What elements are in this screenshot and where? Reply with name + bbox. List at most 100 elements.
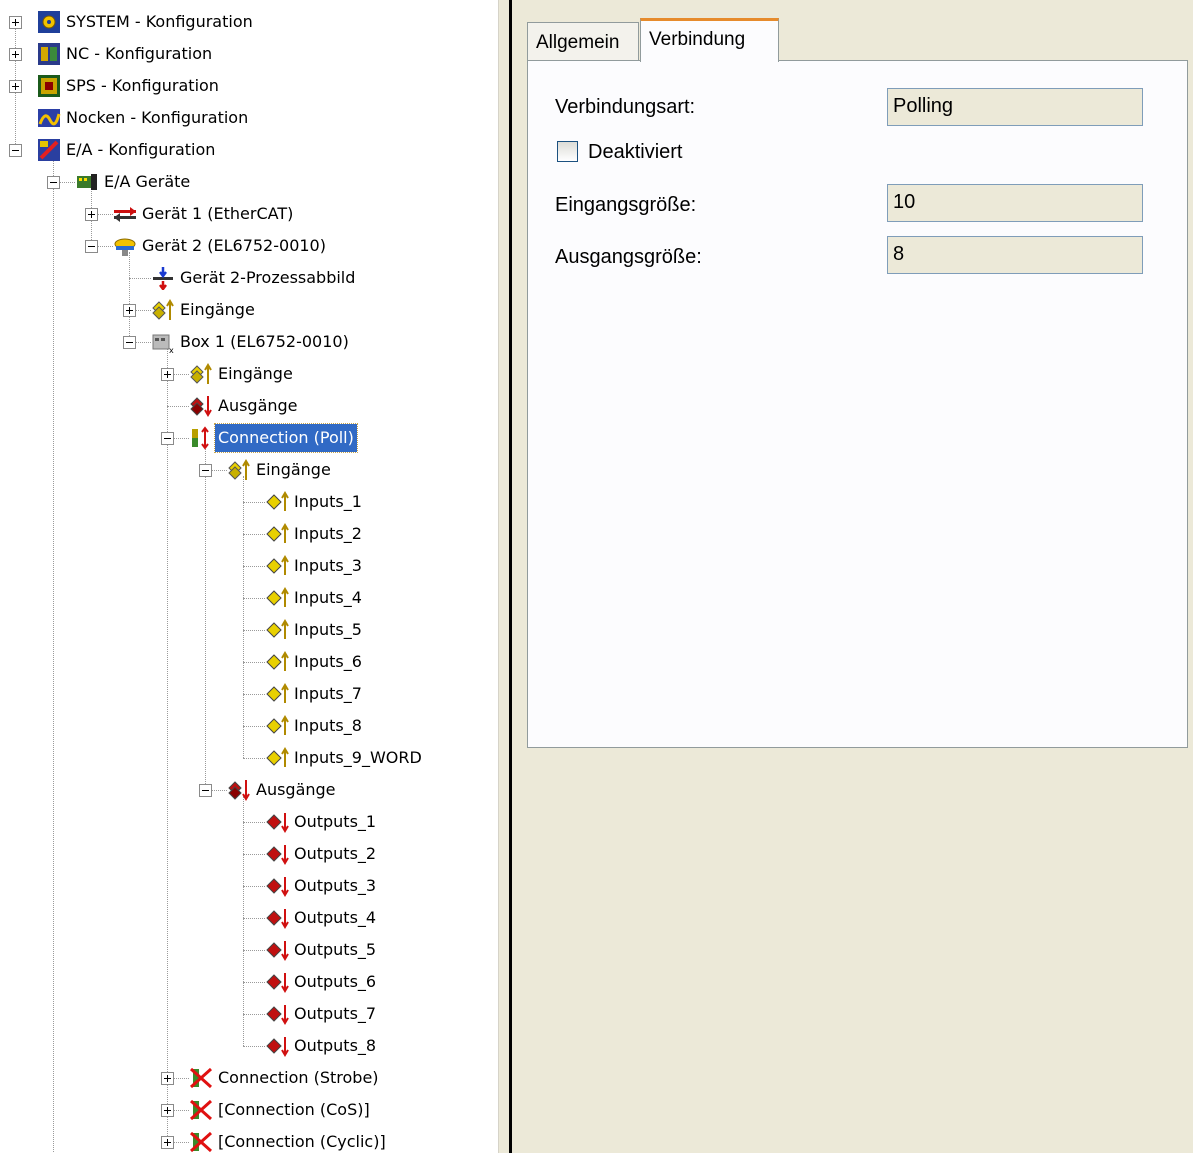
collapse-toggle[interactable] (199, 464, 212, 477)
input-var-icon (265, 586, 289, 610)
tree-item-label[interactable]: Eingänge (253, 456, 334, 484)
tree-item-label[interactable]: Ausgänge (215, 392, 301, 420)
tree-item-label[interactable]: E/A Geräte (101, 168, 193, 196)
output-size-label: Ausgangsgröße: (555, 246, 702, 268)
tree-item-label[interactable]: Eingänge (177, 296, 258, 324)
output-var-icon (265, 842, 289, 866)
deactivated-label[interactable]: Deaktiviert (588, 141, 682, 164)
collapse-toggle[interactable] (199, 784, 212, 797)
expand-toggle[interactable] (161, 368, 174, 381)
tree-item-label[interactable]: Outputs_2 (291, 840, 379, 868)
tree-connector (243, 886, 265, 887)
tree-guide-line (205, 444, 206, 790)
tree-item-label[interactable]: SYSTEM - Konfiguration (63, 8, 256, 36)
expand-toggle[interactable] (161, 1072, 174, 1085)
tree-connector (243, 566, 265, 567)
input-var-icon (265, 714, 289, 738)
tab-verbindung[interactable]: Verbindung (640, 18, 779, 62)
tree-guide-line (53, 188, 54, 1153)
tree-connector (243, 694, 265, 695)
tree-connector (167, 406, 189, 407)
tree-item-label[interactable]: Outputs_7 (291, 1000, 379, 1028)
tree-item-label[interactable]: Inputs_8 (291, 712, 365, 740)
tree-connector (243, 1014, 265, 1015)
tree-view[interactable]: SYSTEM - Konfiguration NC - Konfiguration… (0, 0, 498, 1153)
tree-connector (129, 278, 151, 279)
inputs-group-icon (189, 362, 213, 386)
box-icon: x (151, 330, 175, 355)
tree-connector (243, 630, 265, 631)
tree-item-label[interactable]: Gerät 2-Prozessabbild (177, 264, 358, 292)
expand-toggle[interactable] (85, 208, 98, 221)
tree-connector (243, 534, 265, 535)
tree-item-label[interactable]: SPS - Konfiguration (63, 72, 222, 100)
cam-config-icon (37, 106, 61, 130)
tree-guide-line (129, 252, 130, 342)
expand-toggle[interactable] (9, 48, 22, 61)
collapse-toggle[interactable] (47, 176, 60, 189)
tree-guide-line (167, 348, 168, 1142)
tree-item-label[interactable]: Inputs_5 (291, 616, 365, 644)
tree-item-label[interactable]: Outputs_8 (291, 1032, 379, 1060)
output-var-icon (265, 874, 289, 898)
process-image-icon (151, 266, 175, 292)
tree-item-label[interactable]: Connection (Poll) (214, 423, 358, 453)
tree-connector (243, 854, 265, 855)
tree-item-label[interactable]: [Connection (CoS)] (215, 1096, 373, 1124)
input-var-icon (265, 554, 289, 578)
tree-item-label[interactable]: Inputs_6 (291, 648, 365, 676)
expand-toggle[interactable] (161, 1104, 174, 1117)
tree-connector (243, 1046, 265, 1047)
input-var-icon (265, 650, 289, 674)
pane-splitter[interactable] (498, 0, 513, 1153)
tree-item-label[interactable]: Outputs_3 (291, 872, 379, 900)
expand-toggle[interactable] (9, 16, 22, 29)
tree-item-label[interactable]: [Connection (Cyclic)] (215, 1128, 389, 1153)
tree-item-label[interactable]: Inputs_4 (291, 584, 365, 612)
tree-item-label[interactable]: Gerät 2 (EL6752-0010) (139, 232, 329, 260)
tree-item-label[interactable]: Inputs_1 (291, 488, 365, 516)
collapse-toggle[interactable] (161, 432, 174, 445)
input-size-field[interactable]: 10 (887, 184, 1143, 222)
tree-item-label[interactable]: Outputs_4 (291, 904, 379, 932)
tree-item-label[interactable]: Inputs_7 (291, 680, 365, 708)
expand-toggle[interactable] (9, 80, 22, 93)
expand-toggle[interactable] (161, 1136, 174, 1149)
output-var-icon (265, 1034, 289, 1058)
tab-allgemein[interactable]: Allgemein (527, 22, 639, 62)
tree-guide-line (243, 476, 244, 758)
tree-item-label[interactable]: Box 1 (EL6752-0010) (177, 328, 352, 356)
tree-item-label[interactable]: Inputs_2 (291, 520, 365, 548)
connection-type-field[interactable]: Polling (887, 88, 1143, 126)
tree-item-label[interactable]: Outputs_5 (291, 936, 379, 964)
io-config-icon (37, 138, 61, 162)
tree-item-label[interactable]: Eingänge (215, 360, 296, 388)
tree-item-label[interactable]: NC - Konfiguration (63, 40, 215, 68)
io-devices-icon (75, 170, 99, 194)
tree-item-label[interactable]: Nocken - Konfiguration (63, 104, 251, 132)
output-size-field[interactable]: 8 (887, 236, 1143, 274)
tree-item-label[interactable]: Ausgänge (253, 776, 339, 804)
tree-item-label[interactable]: E/A - Konfiguration (63, 136, 218, 164)
collapse-toggle[interactable] (85, 240, 98, 253)
connection-disabled-icon (189, 1098, 213, 1122)
tree-item-label[interactable]: Outputs_1 (291, 808, 379, 836)
tree-connector (243, 598, 265, 599)
expand-toggle[interactable] (123, 304, 136, 317)
outputs-group-icon (189, 394, 213, 418)
tab-panel-verbindung: Verbindungsart: Polling Deaktiviert Eing… (527, 60, 1188, 748)
tree-connector (243, 662, 265, 663)
input-var-icon (265, 490, 289, 514)
collapse-toggle[interactable] (9, 144, 22, 157)
tree-item-label[interactable]: Inputs_9_WORD (291, 744, 425, 772)
system-config-icon (37, 10, 61, 34)
tree-item-label[interactable]: Gerät 1 (EtherCAT) (139, 200, 296, 228)
collapse-toggle[interactable] (123, 336, 136, 349)
tree-connector (243, 758, 265, 759)
deactivated-checkbox[interactable] (557, 141, 578, 162)
tree-item-label[interactable]: Connection (Strobe) (215, 1064, 382, 1092)
input-var-icon (265, 618, 289, 642)
tree-item-label[interactable]: Outputs_6 (291, 968, 379, 996)
tree-item-label[interactable]: Inputs_3 (291, 552, 365, 580)
output-var-icon (265, 810, 289, 834)
